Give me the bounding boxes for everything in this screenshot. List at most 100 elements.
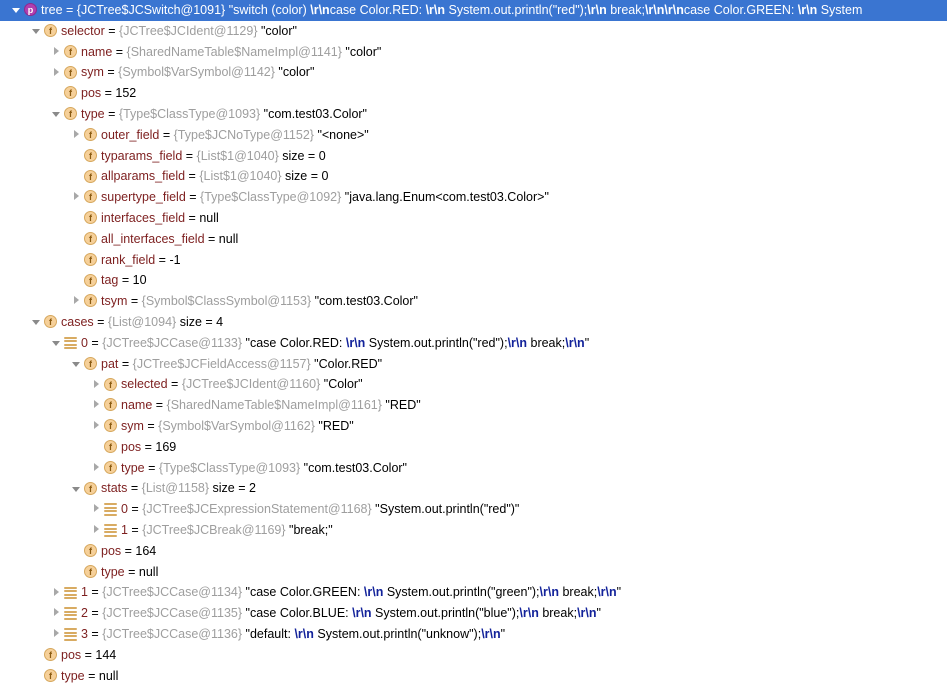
tree-row-value: "color" [278,65,315,80]
equals-sign: = [185,190,201,205]
escape-sequence: \r\n [577,606,597,621]
escape-sequence: \r\n [352,606,372,621]
tree-row[interactable]: f selector = {JCTree$JCIdent@1129} "color… [0,21,947,42]
triangle-right-icon[interactable] [48,624,64,644]
field-badge-icon: f [84,564,97,578]
tree-row-reference: {SharedNameTable$NameImpl@1161} [166,398,382,413]
equals-sign: = [84,668,99,683]
triangle-right-icon[interactable] [68,291,84,311]
field-badge-icon: f [64,86,77,100]
no-twisty-spacer [68,541,84,561]
tree-row-reference: {JCTree$JCBreak@1169} [142,522,286,537]
tree-row[interactable]: f type = null [0,666,947,687]
tree-row-value: System.out.println("blue"); [371,606,520,621]
tree-row-value: "case Color.RED: [245,335,346,350]
triangle-down-icon[interactable] [28,312,44,332]
tree-row[interactable]: f selected = {JCTree$JCIdent@1160} "Color… [0,374,947,395]
triangle-right-icon[interactable] [88,416,104,436]
tree-row[interactable]: f name = {SharedNameTable$NameImpl@1161} … [0,395,947,416]
tree-row-name: pos [101,543,122,558]
tree-row[interactable]: 2 = {JCTree$JCCase@1135} "case Color.BLU… [0,603,947,624]
tree-row[interactable]: f supertype_field = {Type$ClassType@1092}… [0,187,947,208]
tree-row-reference: {Symbol$ClassSymbol@1153} [141,294,312,309]
tree-row[interactable]: f rank_field = -1 [0,250,947,271]
tree-row[interactable]: f tag = 10 [0,270,947,291]
list-element-icon [64,586,77,600]
tree-row[interactable]: 3 = {JCTree$JCCase@1136} "default: \r\n … [0,624,947,645]
debugger-variables-tree[interactable]: p tree = {JCTree$JCSwitch@1091} "switch (… [0,0,947,698]
tree-row[interactable]: p tree = {JCTree$JCSwitch@1091} "switch (… [0,0,947,21]
triangle-down-icon[interactable] [48,104,64,124]
triangle-right-icon[interactable] [88,395,104,415]
equals-sign: = [81,647,96,662]
tree-row[interactable]: 1 = {JCTree$JCBreak@1169} "break;" [0,520,947,541]
tree-row-value: null [218,231,239,246]
no-twisty-spacer [68,166,84,186]
tree-row[interactable]: f name = {SharedNameTable$NameImpl@1141} … [0,42,947,63]
triangle-down-icon[interactable] [8,0,24,20]
tree-row-name: typarams_field [101,148,183,163]
tree-row[interactable]: f outer_field = {Type$JCNoType@1152} "<no… [0,125,947,146]
triangle-right-icon[interactable] [88,374,104,394]
tree-row[interactable]: f sym = {Symbol$VarSymbol@1162} "RED" [0,416,947,437]
triangle-down-icon[interactable] [68,354,84,374]
tree-row-reference: {Symbol$VarSymbol@1162} [158,418,315,433]
tree-row[interactable]: f stats = {List@1158} size = 2 [0,478,947,499]
tree-row-name: type [61,668,85,683]
triangle-right-icon[interactable] [48,42,64,62]
tree-row[interactable]: f type = null [0,562,947,583]
tree-row[interactable]: f pos = 164 [0,541,947,562]
field-badge-icon: f [84,127,97,141]
tree-row[interactable]: f cases = {List@1094} size = 4 [0,312,947,333]
triangle-right-icon[interactable] [68,125,84,145]
tree-row[interactable]: f type = {Type$ClassType@1093} "com.test0… [0,104,947,125]
tree-row-value: "com.test03.Color" [314,294,418,309]
field-badge-icon: f [84,231,97,245]
tree-row[interactable]: f allparams_field = {List$1@1040} size = … [0,166,947,187]
tree-row-value: "break;" [289,522,333,537]
escape-sequence: \r\n [310,3,330,17]
tree-row-name: rank_field [101,252,156,267]
tree-row-reference: {JCTree$JCCase@1134} [102,585,243,600]
tree-row[interactable]: f pat = {JCTree$JCFieldAccess@1157} "Colo… [0,354,947,375]
tree-row[interactable]: f sym = {Symbol$VarSymbol@1142} "color" [0,62,947,83]
triangle-down-icon[interactable] [28,21,44,41]
tree-row[interactable]: 1 = {JCTree$JCCase@1134} "case Color.GRE… [0,582,947,603]
triangle-right-icon[interactable] [88,458,104,478]
tree-row-value: "default: [245,626,295,641]
tree-row[interactable]: f pos = 144 [0,645,947,666]
tree-row-value: "case Color.BLUE: [245,606,353,621]
tree-row[interactable]: f interfaces_field = null [0,208,947,229]
tree-row[interactable]: f pos = 169 [0,437,947,458]
triangle-down-icon[interactable] [68,478,84,498]
tree-row[interactable]: f typarams_field = {List$1@1040} size = 0 [0,146,947,167]
triangle-right-icon[interactable] [68,187,84,207]
escape-sequence: \r\n [481,626,501,641]
field-badge-icon: f [44,24,57,37]
tree-row-name: selected [121,377,168,392]
triangle-right-icon[interactable] [48,603,64,623]
tree-row[interactable]: 0 = {JCTree$JCCase@1133} "case Color.RED… [0,333,947,354]
tree-row[interactable]: f tsym = {Symbol$ClassSymbol@1153} "com.t… [0,291,947,312]
triangle-right-icon[interactable] [88,520,104,540]
triangle-right-icon[interactable] [48,582,64,602]
equals-sign: = [87,606,103,621]
tree-row[interactable]: f type = {Type$ClassType@1093} "com.test0… [0,458,947,479]
triangle-right-icon[interactable] [48,62,64,82]
tree-row-reference: {JCTree$JCCase@1133} [102,335,243,350]
tree-row-reference: {JCTree$JCIdent@1160} [181,377,321,392]
equals-sign: = [127,294,142,309]
tree-row[interactable]: f all_interfaces_field = null [0,229,947,250]
triangle-right-icon[interactable] [88,499,104,519]
tree-row[interactable]: f pos = 152 [0,83,947,104]
tree-row[interactable]: 0 = {JCTree$JCExpressionStatement@1168} … [0,499,947,520]
triangle-down-icon[interactable] [48,333,64,353]
